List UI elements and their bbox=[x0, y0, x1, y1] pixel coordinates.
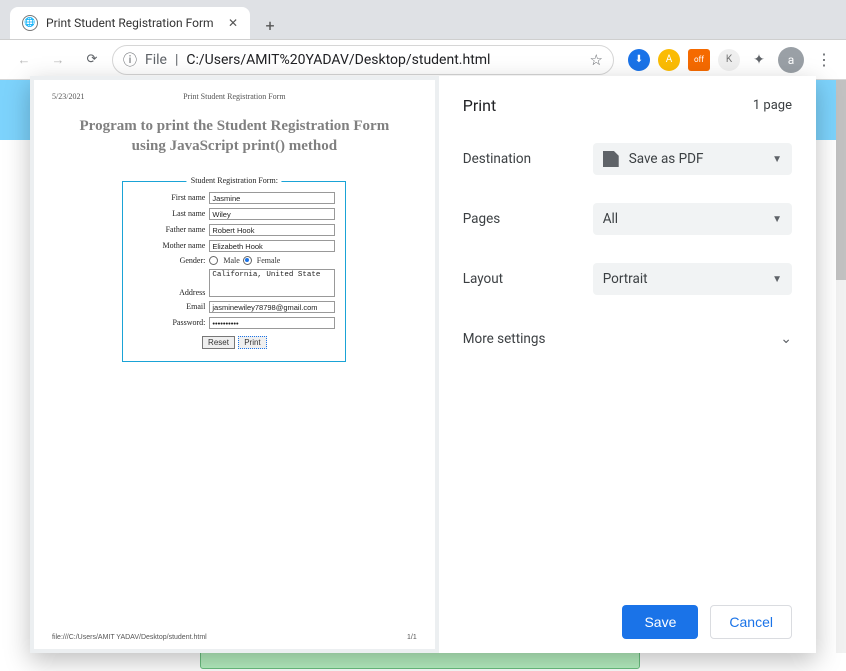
label-gender: Gender: bbox=[133, 256, 205, 265]
url-text: C:/Users/AMIT%20YADAV/Desktop/student.ht… bbox=[186, 52, 581, 68]
row-password: Password: •••••••••• bbox=[133, 317, 335, 329]
extension-icon[interactable]: ⬇ bbox=[628, 49, 650, 71]
extension-icon[interactable]: off bbox=[688, 49, 710, 71]
label-layout: Layout bbox=[463, 271, 593, 287]
extension-icon[interactable]: A bbox=[658, 49, 680, 71]
window-scrollbar[interactable] bbox=[836, 80, 846, 653]
input-email: jasminewiley78798@gmail.com bbox=[209, 301, 335, 313]
preview-header: Print Student Registration Form bbox=[34, 92, 435, 101]
url-separator: | bbox=[175, 52, 178, 68]
chevron-down-icon: ▼ bbox=[772, 154, 782, 165]
preview-title-line1: Program to print the Student Registratio… bbox=[80, 118, 390, 134]
browser-toolbar: ← → ⟳ ⓘ File | C:/Users/AMIT%20YADAV/Des… bbox=[0, 40, 846, 80]
row-first-name: First name Jasmine bbox=[133, 192, 335, 204]
row-father-name: Father name Robert Hook bbox=[133, 224, 335, 236]
input-first-name: Jasmine bbox=[209, 192, 335, 204]
avatar[interactable]: a bbox=[778, 47, 804, 73]
row-mother-name: Mother name Elizabeth Hook bbox=[133, 240, 335, 252]
radio-female bbox=[243, 256, 252, 265]
row-gender: Gender: Male Female bbox=[133, 256, 335, 265]
close-icon[interactable]: ✕ bbox=[228, 16, 238, 30]
label-password: Password: bbox=[133, 318, 205, 327]
label-last-name: Last name bbox=[133, 209, 205, 218]
info-icon: ⓘ bbox=[123, 50, 137, 70]
browser-tab[interactable]: 🌐 Print Student Registration Form ✕ bbox=[10, 7, 250, 39]
chevron-down-icon: ▼ bbox=[772, 274, 782, 285]
globe-icon: 🌐 bbox=[22, 15, 38, 31]
page-count: 1 page bbox=[753, 98, 792, 113]
address-bar[interactable]: ⓘ File | C:/Users/AMIT%20YADAV/Desktop/s… bbox=[112, 45, 614, 75]
label-destination: Destination bbox=[463, 151, 593, 167]
tab-title: Print Student Registration Form bbox=[46, 16, 220, 30]
pages-value: All bbox=[603, 211, 618, 227]
label-email: Email bbox=[133, 302, 205, 311]
preview-title: Program to print the Student Registratio… bbox=[52, 116, 417, 157]
settings-header: Print 1 page bbox=[463, 96, 792, 115]
row-email: Email jasminewiley78798@gmail.com bbox=[133, 301, 335, 313]
new-tab-button[interactable]: + bbox=[256, 11, 284, 39]
chrome-menu-button[interactable]: ⋮ bbox=[812, 50, 836, 69]
preview-footer-page: 1/1 bbox=[407, 634, 417, 641]
reset-button: Reset bbox=[202, 336, 235, 349]
print-preview: 5/23/2021 Print Student Registration For… bbox=[30, 76, 439, 653]
print-dialog: 5/23/2021 Print Student Registration For… bbox=[30, 76, 816, 653]
form-buttons: Reset Print bbox=[133, 333, 335, 349]
input-password: •••••••••• bbox=[209, 317, 335, 329]
chevron-down-icon: ⌄ bbox=[780, 331, 792, 347]
save-button[interactable]: Save bbox=[622, 605, 698, 639]
layout-value: Portrait bbox=[603, 271, 648, 287]
radio-male bbox=[209, 256, 218, 265]
chevron-down-icon: ▼ bbox=[772, 214, 782, 225]
label-male: Male bbox=[223, 256, 239, 265]
bookmark-icon[interactable]: ☆ bbox=[590, 51, 603, 69]
select-pages[interactable]: All ▼ bbox=[593, 203, 792, 235]
more-settings-toggle[interactable]: More settings ⌄ bbox=[463, 331, 792, 347]
row-last-name: Last name Wiley bbox=[133, 208, 335, 220]
extension-icons: ⬇ A off K ✦ a ⋮ bbox=[628, 47, 836, 73]
row-layout: Layout Portrait ▼ bbox=[463, 263, 792, 295]
back-button[interactable]: ← bbox=[10, 46, 38, 74]
extension-icon[interactable]: K bbox=[718, 49, 740, 71]
label-mother-name: Mother name bbox=[133, 241, 205, 250]
preview-page: 5/23/2021 Print Student Registration For… bbox=[34, 80, 435, 649]
preview-footer-url: file:///C:/Users/AMIT YADAV/Desktop/stud… bbox=[52, 634, 207, 641]
input-address: California, United State bbox=[209, 269, 335, 297]
extensions-puzzle-icon[interactable]: ✦ bbox=[748, 49, 770, 71]
input-father-name: Robert Hook bbox=[209, 224, 335, 236]
form-legend: Student Registration Form: bbox=[187, 176, 282, 185]
forward-button[interactable]: → bbox=[44, 46, 72, 74]
more-settings-label: More settings bbox=[463, 331, 546, 347]
url-scheme: File bbox=[145, 52, 167, 68]
print-title: Print bbox=[463, 96, 496, 115]
label-female: Female bbox=[257, 256, 281, 265]
label-pages: Pages bbox=[463, 211, 593, 227]
row-pages: Pages All ▼ bbox=[463, 203, 792, 235]
reload-button[interactable]: ⟳ bbox=[78, 46, 106, 74]
print-button: Print bbox=[238, 336, 266, 349]
row-address: Address California, United State bbox=[133, 269, 335, 297]
select-destination[interactable]: Save as PDF ▼ bbox=[593, 143, 792, 175]
destination-value: Save as PDF bbox=[629, 151, 704, 167]
cancel-button[interactable]: Cancel bbox=[710, 605, 792, 639]
input-mother-name: Elizabeth Hook bbox=[209, 240, 335, 252]
row-destination: Destination Save as PDF ▼ bbox=[463, 143, 792, 175]
label-address: Address bbox=[133, 288, 205, 297]
registration-form: Student Registration Form: First name Ja… bbox=[122, 181, 346, 362]
print-settings: Print 1 page Destination Save as PDF ▼ P… bbox=[439, 76, 816, 653]
label-father-name: Father name bbox=[133, 225, 205, 234]
pdf-file-icon bbox=[603, 151, 619, 167]
select-layout[interactable]: Portrait ▼ bbox=[593, 263, 792, 295]
tab-strip: 🌐 Print Student Registration Form ✕ + bbox=[0, 0, 846, 40]
input-last-name: Wiley bbox=[209, 208, 335, 220]
label-first-name: First name bbox=[133, 193, 205, 202]
dialog-buttons: Save Cancel bbox=[463, 589, 792, 639]
preview-title-line2: using JavaScript print() method bbox=[132, 138, 337, 154]
